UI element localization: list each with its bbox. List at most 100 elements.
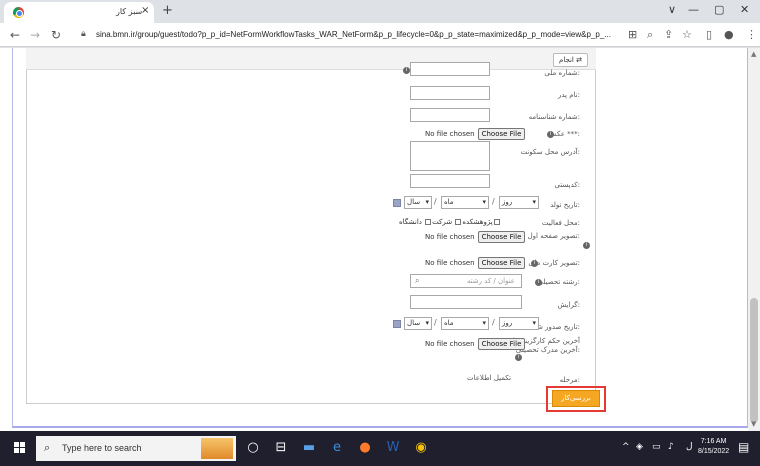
label-address: آدرس محل سکونت: [520, 148, 580, 156]
tab-search-icon[interactable]: ∨ [668, 3, 676, 16]
task-view-icon[interactable]: ⊟ [272, 439, 290, 457]
company-checkbox[interactable] [425, 219, 432, 225]
file-explorer-icon[interactable]: ▬ [300, 439, 318, 457]
form-panel: شماره ملی: i نام پدر: شماره شناسنامه: عک… [26, 62, 596, 404]
volume-icon[interactable]: ♪ [668, 442, 674, 452]
orientation-field[interactable] [410, 295, 522, 309]
scroll-up-icon[interactable]: ▲ [751, 50, 756, 58]
file-none-text: No file chosen [425, 130, 475, 138]
start-button[interactable] [14, 442, 26, 454]
reload-icon[interactable]: ↻ [51, 28, 61, 42]
scrollbar-thumb[interactable] [750, 298, 758, 423]
zoom-icon[interactable]: ⌕ [647, 28, 653, 42]
label-postal: کدپستی: [554, 181, 580, 189]
search-icon: ⌕ [44, 441, 51, 454]
father-name-field[interactable] [410, 86, 490, 100]
word-icon[interactable]: W [384, 439, 402, 457]
close-window-button[interactable]: ✕ [740, 3, 749, 16]
label-stage: مرحله: [559, 376, 580, 384]
id-number-field[interactable] [410, 62, 490, 76]
forward-icon[interactable]: → [30, 28, 40, 42]
firefox-icon[interactable]: ● [356, 439, 374, 457]
choose-file-button[interactable]: Choose File [477, 231, 526, 243]
display-icon[interactable]: ▭ [652, 442, 661, 452]
side-panel-icon[interactable]: ▯ [706, 28, 712, 41]
option-research-label: پژوهشکده [462, 218, 493, 226]
address-textarea[interactable] [410, 141, 490, 171]
url-text: sina.bmn.ir/group/guest/todo?p_p_id=NetF… [96, 30, 611, 39]
browser-toolbar: ← → ↻ 🔒︎ sina.bmn.ir/group/guest/todo?p_… [0, 23, 760, 47]
notification-icon[interactable]: ▤ [738, 440, 749, 454]
photo-info-icon: i [547, 131, 554, 138]
photo-file-input[interactable]: No file chosen Choose File [425, 128, 526, 140]
month-text: ماه [444, 198, 454, 206]
birth-month-select[interactable]: ماه ▾ [441, 196, 489, 209]
scroll-down-icon[interactable]: ▼ [751, 420, 756, 428]
major-placeholder: عنوان / کد رشته [466, 277, 515, 285]
choose-file-button[interactable]: Choose File [477, 338, 526, 350]
issue-month-select[interactable]: ماه ▾ [441, 317, 489, 330]
label-birth-cert: شماره شناسنامه: [528, 113, 580, 121]
chevron-down-icon: ▾ [532, 198, 536, 206]
degree-file-input[interactable]: No file chosen Choose File [425, 338, 526, 350]
info-icon: i [403, 67, 410, 74]
label-activity: محل فعالیت: [541, 219, 580, 227]
major-search-field[interactable]: ⌕ عنوان / کد رشته [410, 274, 522, 288]
browser-tabbar: سبز کار × + ∨ — ▢ ✕ [0, 0, 760, 23]
choose-file-button[interactable]: Choose File [477, 128, 526, 140]
label-major: رشته تحصیلی: [537, 278, 581, 286]
option-university-label: دانشگاه [399, 218, 422, 226]
date-sep: / [492, 318, 495, 327]
new-tab-button[interactable]: + [162, 3, 173, 18]
research-checkbox[interactable] [455, 219, 462, 225]
day-text: روز [502, 319, 513, 327]
postal-field[interactable] [410, 174, 490, 188]
university-checkbox[interactable] [493, 219, 500, 225]
browser-tab[interactable]: سبز کار × [4, 2, 154, 23]
taskbar-clock[interactable]: 7:16 AM 8/15/2022 [698, 437, 729, 457]
action-bar: انجام ⇄ [26, 48, 596, 70]
birth-day-select[interactable]: روز ▾ [499, 196, 539, 209]
card-file-input[interactable]: No file chosen Choose File [425, 257, 526, 269]
major-info-icon: i [535, 279, 542, 286]
label-birth-date: تاریخ تولد: [550, 201, 580, 209]
tray-chevron-icon[interactable]: ^ [622, 442, 630, 452]
birth-year-select[interactable]: سال ▾ [404, 196, 432, 209]
activity-options: پژوهشکده شرکت دانشگاه [399, 218, 501, 226]
finish-button[interactable]: انجام ⇄ [553, 53, 588, 67]
taskbar-search[interactable]: ⌕ Type here to search [36, 436, 236, 461]
chrome-icon[interactable]: ◉ [412, 439, 430, 457]
share-icon[interactable]: ⇪ [664, 28, 673, 41]
lock-icon: 🔒︎ [81, 29, 86, 39]
choose-file-button[interactable]: Choose File [477, 257, 526, 269]
network-icon[interactable]: ◈ [636, 442, 643, 452]
menu-icon[interactable]: ⋮ [746, 28, 757, 41]
birth-cert-field[interactable] [410, 108, 490, 122]
degree-info-icon: i [515, 354, 522, 361]
back-icon[interactable]: ← [10, 28, 20, 42]
review-button[interactable]: بررسی‌کار [552, 390, 600, 407]
id-page-file-input[interactable]: No file chosen Choose File [425, 231, 526, 243]
windows-taskbar: ⌕ Type here to search ○ ⊟ ▬ e ● W ◉ ^ ◈ … [0, 431, 760, 466]
cortana-icon[interactable]: ○ [244, 439, 262, 457]
profile-icon[interactable]: ● [724, 28, 734, 41]
translate-icon[interactable]: ⊞ [628, 28, 637, 41]
address-bar[interactable]: 🔒︎ sina.bmn.ir/group/guest/todo?p_p_id=N… [78, 26, 618, 44]
issue-day-select[interactable]: روز ▾ [499, 317, 539, 330]
card-info-icon: i [531, 260, 538, 267]
page-scrollbar[interactable]: ▲ ▼ [748, 48, 760, 431]
edge-icon[interactable]: e [328, 439, 346, 457]
maximize-button[interactable]: ▢ [714, 3, 724, 16]
minimize-button[interactable]: — [688, 3, 699, 16]
bookmark-star-icon[interactable]: ☆ [682, 28, 692, 41]
chevron-down-icon: ▾ [532, 319, 536, 327]
calendar-icon[interactable] [393, 199, 401, 207]
issue-year-select[interactable]: سال ▾ [404, 317, 432, 330]
label-id-number: شماره ملی: [544, 69, 580, 77]
label-father-name: نام پدر: [557, 91, 580, 99]
year-text: سال [407, 319, 421, 327]
language-icon[interactable]: ل [686, 442, 693, 452]
tab-close-icon[interactable]: × [141, 5, 149, 16]
chevron-down-icon: ▾ [425, 319, 429, 327]
calendar-icon[interactable] [393, 320, 401, 328]
